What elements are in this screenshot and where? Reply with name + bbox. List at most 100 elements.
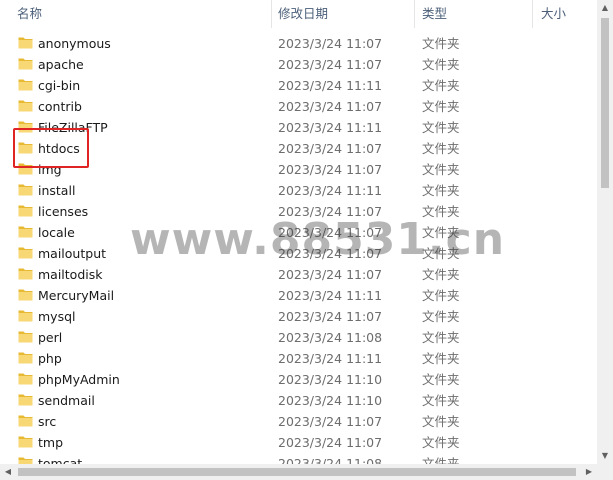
folder-row[interactable]: tmp 2023/3/24 11:07 文件夹 bbox=[0, 432, 597, 453]
folder-icon bbox=[18, 163, 33, 175]
folder-row[interactable]: phpMyAdmin 2023/3/24 11:10 文件夹 bbox=[0, 369, 597, 390]
date-modified: 2023/3/24 11:07 bbox=[278, 435, 383, 450]
folder-row[interactable]: MercuryMail 2023/3/24 11:11 文件夹 bbox=[0, 285, 597, 306]
file-type: 文件夹 bbox=[422, 288, 460, 303]
folder-name[interactable]: tmp bbox=[38, 432, 63, 453]
date-modified: 2023/3/24 11:07 bbox=[278, 162, 383, 177]
scroll-down-icon[interactable]: ▼ bbox=[597, 448, 613, 464]
horizontal-scrollbar[interactable]: ◀ ▶ bbox=[0, 464, 597, 480]
date-modified: 2023/3/24 11:07 bbox=[278, 309, 383, 324]
folder-icon bbox=[18, 121, 33, 133]
date-modified: 2023/3/24 11:07 bbox=[278, 204, 383, 219]
folder-row[interactable]: FileZillaFTP 2023/3/24 11:11 文件夹 bbox=[0, 117, 597, 138]
folder-row[interactable]: htdocs 2023/3/24 11:07 文件夹 bbox=[0, 138, 597, 159]
file-type: 文件夹 bbox=[422, 246, 460, 261]
folder-icon bbox=[18, 58, 33, 70]
folder-icon bbox=[18, 310, 33, 322]
date-modified: 2023/3/24 11:07 bbox=[278, 225, 383, 240]
file-type: 文件夹 bbox=[422, 225, 460, 240]
date-modified: 2023/3/24 11:07 bbox=[278, 246, 383, 261]
scroll-left-icon[interactable]: ◀ bbox=[0, 464, 16, 480]
folder-icon bbox=[18, 415, 33, 427]
folder-name[interactable]: install bbox=[38, 180, 75, 201]
vertical-scroll-thumb[interactable] bbox=[601, 18, 609, 188]
horizontal-scroll-thumb[interactable] bbox=[18, 468, 576, 476]
folder-name[interactable]: perl bbox=[38, 327, 62, 348]
folder-name[interactable]: mysql bbox=[38, 306, 76, 327]
folder-row[interactable]: locale 2023/3/24 11:07 文件夹 bbox=[0, 222, 597, 243]
column-header-bar: ^ 名称 修改日期 类型 大小 bbox=[0, 0, 597, 28]
folder-row[interactable]: cgi-bin 2023/3/24 11:11 文件夹 bbox=[0, 75, 597, 96]
folder-name[interactable]: cgi-bin bbox=[38, 75, 80, 96]
folder-name[interactable]: apache bbox=[38, 54, 84, 75]
folder-name[interactable]: img bbox=[38, 159, 62, 180]
folder-name[interactable]: php bbox=[38, 348, 62, 369]
folder-name[interactable]: sendmail bbox=[38, 390, 95, 411]
folder-name[interactable]: licenses bbox=[38, 201, 88, 222]
folder-icon bbox=[18, 289, 33, 301]
date-modified: 2023/3/24 11:07 bbox=[278, 414, 383, 429]
folder-icon bbox=[18, 37, 33, 49]
folder-name[interactable]: contrib bbox=[38, 96, 82, 117]
folder-name[interactable]: mailtodisk bbox=[38, 264, 103, 285]
folder-row[interactable]: src 2023/3/24 11:07 文件夹 bbox=[0, 411, 597, 432]
file-type: 文件夹 bbox=[422, 393, 460, 408]
date-modified: 2023/3/24 11:11 bbox=[278, 120, 383, 135]
vertical-scrollbar[interactable]: ▲ ▼ bbox=[597, 0, 613, 464]
folder-row[interactable]: mailtodisk 2023/3/24 11:07 文件夹 bbox=[0, 264, 597, 285]
folder-name[interactable]: FileZillaFTP bbox=[38, 117, 108, 138]
scroll-right-icon[interactable]: ▶ bbox=[581, 464, 597, 480]
date-modified: 2023/3/24 11:11 bbox=[278, 351, 383, 366]
date-modified: 2023/3/24 11:07 bbox=[278, 267, 383, 282]
file-type: 文件夹 bbox=[422, 309, 460, 324]
column-header-name[interactable]: 名称 bbox=[17, 0, 271, 28]
column-divider[interactable] bbox=[414, 0, 415, 28]
folder-row[interactable]: licenses 2023/3/24 11:07 文件夹 bbox=[0, 201, 597, 222]
file-type: 文件夹 bbox=[422, 414, 460, 429]
column-header-size[interactable]: 大小 bbox=[541, 0, 597, 28]
folder-icon bbox=[18, 331, 33, 343]
folder-icon bbox=[18, 226, 33, 238]
date-modified: 2023/3/24 11:08 bbox=[278, 330, 383, 345]
date-modified: 2023/3/24 11:11 bbox=[278, 78, 383, 93]
file-type: 文件夹 bbox=[422, 183, 460, 198]
folder-row[interactable]: sendmail 2023/3/24 11:10 文件夹 bbox=[0, 390, 597, 411]
column-divider[interactable] bbox=[532, 0, 533, 28]
folder-icon bbox=[18, 79, 33, 91]
folder-row[interactable]: contrib 2023/3/24 11:07 文件夹 bbox=[0, 96, 597, 117]
file-list: anonymous 2023/3/24 11:07 文件夹 apache 2023/3/… bbox=[0, 33, 597, 474]
folder-icon bbox=[18, 205, 33, 217]
folder-name[interactable]: MercuryMail bbox=[38, 285, 114, 306]
folder-icon bbox=[18, 373, 33, 385]
folder-row[interactable]: perl 2023/3/24 11:08 文件夹 bbox=[0, 327, 597, 348]
folder-name[interactable]: htdocs bbox=[38, 138, 80, 159]
folder-row[interactable]: install 2023/3/24 11:11 文件夹 bbox=[0, 180, 597, 201]
folder-row[interactable]: mysql 2023/3/24 11:07 文件夹 bbox=[0, 306, 597, 327]
scrollbar-corner bbox=[597, 464, 613, 480]
folder-name[interactable]: src bbox=[38, 411, 56, 432]
column-header-type[interactable]: 类型 bbox=[422, 0, 532, 28]
folder-icon bbox=[18, 247, 33, 259]
folder-icon bbox=[18, 436, 33, 448]
column-header-date-modified[interactable]: 修改日期 bbox=[278, 0, 414, 28]
date-modified: 2023/3/24 11:07 bbox=[278, 99, 383, 114]
folder-row[interactable]: img 2023/3/24 11:07 文件夹 bbox=[0, 159, 597, 180]
scroll-up-icon[interactable]: ▲ bbox=[597, 0, 613, 16]
folder-row[interactable]: apache 2023/3/24 11:07 文件夹 bbox=[0, 54, 597, 75]
folder-row[interactable]: php 2023/3/24 11:11 文件夹 bbox=[0, 348, 597, 369]
column-divider[interactable] bbox=[271, 0, 272, 28]
file-type: 文件夹 bbox=[422, 141, 460, 156]
folder-row[interactable]: mailoutput 2023/3/24 11:07 文件夹 bbox=[0, 243, 597, 264]
folder-name[interactable]: locale bbox=[38, 222, 75, 243]
file-type: 文件夹 bbox=[422, 120, 460, 135]
folder-icon bbox=[18, 142, 33, 154]
date-modified: 2023/3/24 11:10 bbox=[278, 372, 383, 387]
file-type: 文件夹 bbox=[422, 99, 460, 114]
folder-name[interactable]: phpMyAdmin bbox=[38, 369, 120, 390]
file-type: 文件夹 bbox=[422, 330, 460, 345]
date-modified: 2023/3/24 11:07 bbox=[278, 141, 383, 156]
date-modified: 2023/3/24 11:10 bbox=[278, 393, 383, 408]
folder-name[interactable]: anonymous bbox=[38, 33, 111, 54]
folder-name[interactable]: mailoutput bbox=[38, 243, 106, 264]
folder-row[interactable]: anonymous 2023/3/24 11:07 文件夹 bbox=[0, 33, 597, 54]
